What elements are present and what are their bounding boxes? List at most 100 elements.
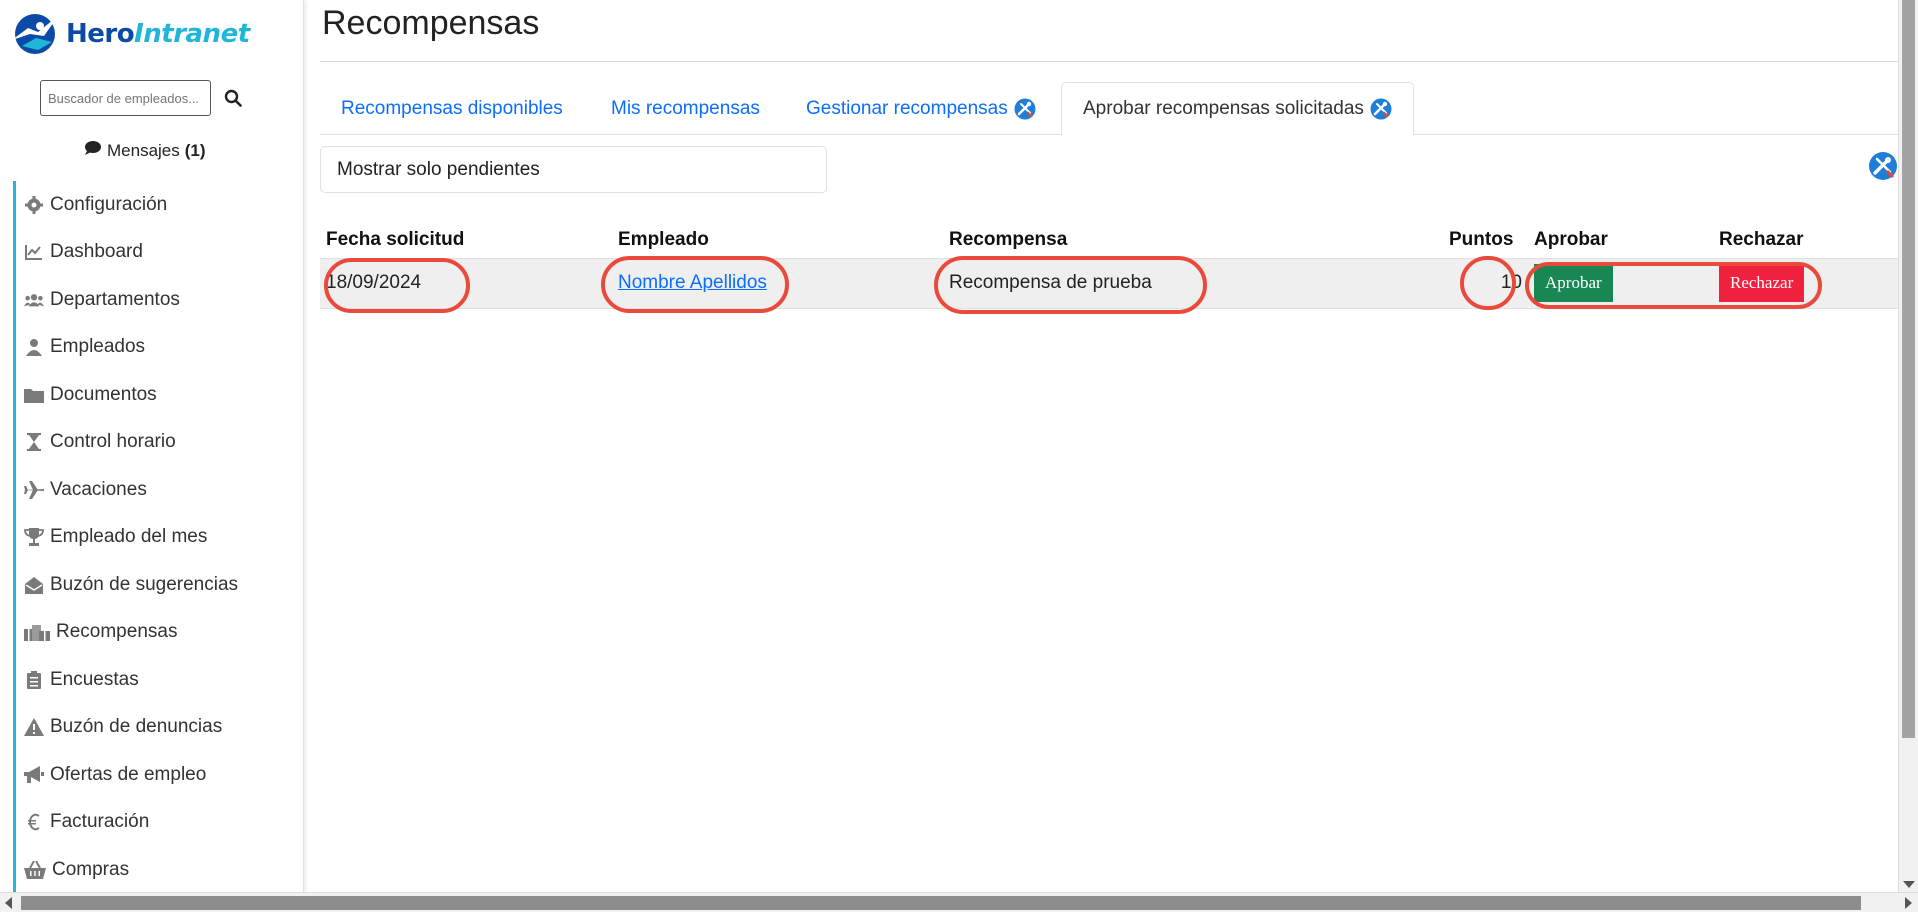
users-icon — [24, 290, 44, 310]
main-content: Recompensas Recompensas disponibles Mis … — [320, 0, 1900, 892]
hourglass-icon — [24, 432, 44, 452]
basket-icon — [24, 860, 46, 880]
tab-recompensas-disponibles[interactable]: Recompensas disponibles — [320, 82, 584, 135]
header-rechazar: Rechazar — [1719, 228, 1804, 250]
horizontal-scroll-thumb[interactable] — [21, 896, 1861, 910]
scroll-left-arrow-icon[interactable] — [5, 897, 12, 909]
sidebar-item-documentos[interactable]: Documentos — [13, 371, 303, 419]
gear-icon — [24, 195, 44, 215]
hero-logo-icon — [12, 14, 58, 54]
sidebar-item-label: Encuestas — [50, 668, 139, 690]
user-icon — [24, 337, 44, 357]
reward-requests-table: Fecha solicitud Empleado Recompensa Punt… — [320, 222, 1900, 309]
sidebar-item-label: Control horario — [50, 431, 176, 453]
megaphone-icon — [24, 765, 44, 785]
sidebar-item-label: Compras — [52, 858, 130, 880]
admin-tools-icon[interactable] — [1868, 151, 1898, 181]
page-title: Recompensas — [322, 4, 540, 42]
vertical-scrollbar[interactable] — [1898, 0, 1918, 892]
sidebar-item-dashboard[interactable]: Dashboard — [13, 228, 303, 276]
cell-puntos: 10 — [1443, 257, 1528, 309]
sidebar-item-encuestas[interactable]: Encuestas — [13, 656, 303, 704]
sidebar-item-empleado-del-mes[interactable]: Empleado del mes — [13, 513, 303, 561]
table-header-row: Fecha solicitud Empleado Recompensa Punt… — [320, 222, 1900, 258]
admin-tools-icon — [1370, 98, 1392, 120]
sidebar-nav: Configuración Dashboard Departamentos Em… — [13, 181, 303, 894]
cell-fecha: 18/09/2024 — [320, 257, 612, 309]
sidebar-item-label: Empleado del mes — [50, 526, 208, 548]
search-icon[interactable] — [219, 84, 247, 112]
sidebar-item-buzon-sugerencias[interactable]: Buzón de sugerencias — [13, 561, 303, 609]
tab-label: Recompensas disponibles — [341, 97, 563, 119]
header-fecha-solicitud: Fecha solicitud — [326, 228, 465, 250]
employee-link[interactable]: Nombre Apellidos — [618, 272, 767, 293]
header-recompensa: Recompensa — [949, 228, 1068, 250]
header-aprobar: Aprobar — [1534, 228, 1608, 250]
comment-icon — [84, 140, 102, 161]
employee-search — [40, 80, 247, 116]
sidebar-item-label: Vacaciones — [50, 478, 147, 500]
sidebar-item-label: Empleados — [50, 336, 146, 358]
brand-name-part1: Hero — [66, 19, 135, 49]
sidebar-item-departamentos[interactable]: Departamentos — [13, 276, 303, 324]
logo[interactable]: HeroIntranet — [8, 10, 250, 58]
cell-aprobar: Aprobar — [1528, 257, 1713, 309]
warning-icon — [24, 717, 44, 737]
clipboard-list-icon — [24, 670, 44, 690]
sidebar-item-recompensas[interactable]: Recompensas — [13, 608, 303, 656]
sidebar-item-label: Facturación — [50, 811, 150, 833]
tab-bar: Recompensas disponibles Mis recompensas … — [320, 82, 1900, 136]
sidebar-item-control-horario[interactable]: Control horario — [13, 418, 303, 466]
tab-label: Mis recompensas — [611, 97, 760, 119]
sidebar-item-empleados[interactable]: Empleados — [13, 323, 303, 371]
sidebar-item-configuracion[interactable]: Configuración — [13, 181, 303, 229]
sidebar-item-vacaciones[interactable]: Vacaciones — [13, 466, 303, 514]
messages-link[interactable]: Mensajes (1) — [84, 140, 206, 161]
show-pending-only-toggle[interactable]: Mostrar solo pendientes — [320, 146, 827, 193]
reject-button[interactable]: Rechazar — [1719, 264, 1805, 302]
cell-rechazar: Rechazar — [1713, 257, 1900, 309]
table-row: 18/09/2024 Nombre Apellidos Recompensa d… — [320, 257, 1900, 309]
header-empleado: Empleado — [618, 228, 709, 250]
sidebar-item-label: Buzón de denuncias — [50, 716, 223, 738]
tab-aprobar-recompensas-solicitadas[interactable]: Aprobar recompensas solicitadas — [1061, 82, 1414, 136]
sidebar-item-label: Buzón de sugerencias — [50, 573, 239, 595]
header-puntos: Puntos — [1449, 228, 1514, 250]
sidebar-item-label: Documentos — [50, 383, 157, 405]
sidebar-item-label: Recompensas — [56, 621, 178, 643]
sidebar: HeroIntranet Mensajes (1) Configuración … — [0, 0, 304, 894]
sidebar-item-ofertas-empleo[interactable]: Ofertas de empleo — [13, 751, 303, 799]
envelope-open-icon — [24, 575, 44, 595]
tab-label: Aprobar recompensas solicitadas — [1083, 98, 1364, 119]
tab-mis-recompensas[interactable]: Mis recompensas — [590, 82, 781, 135]
horizontal-scrollbar[interactable] — [0, 892, 1918, 912]
sidebar-item-facturacion[interactable]: Facturación — [13, 798, 303, 846]
chart-line-icon — [24, 242, 44, 262]
cell-empleado: Nombre Apellidos — [612, 257, 943, 309]
plane-icon — [24, 480, 44, 500]
vertical-scroll-thumb[interactable] — [1902, 0, 1915, 738]
sidebar-item-label: Dashboard — [50, 241, 143, 263]
scroll-down-arrow-icon[interactable] — [1903, 881, 1915, 888]
sidebar-item-label: Departamentos — [50, 288, 180, 310]
messages-label: Mensajes — [107, 140, 180, 160]
brand-name: HeroIntranet — [66, 19, 250, 49]
admin-tools-icon — [1014, 98, 1036, 119]
approve-button[interactable]: Aprobar — [1534, 264, 1613, 302]
filter-label: Mostrar solo pendientes — [337, 158, 540, 180]
cell-recompensa: Recompensa de prueba — [943, 257, 1443, 309]
tab-gestionar-recompensas[interactable]: Gestionar recompensas — [785, 82, 1057, 135]
brand-name-part2: Intranet — [134, 19, 250, 49]
sidebar-item-label: Configuración — [50, 193, 168, 215]
sidebar-item-compras[interactable]: Compras — [13, 846, 303, 894]
folder-icon — [24, 385, 44, 405]
gifts-icon — [24, 622, 50, 642]
messages-count: (1) — [184, 140, 206, 160]
employee-search-input[interactable] — [40, 80, 211, 116]
tab-label: Gestionar recompensas — [806, 97, 1008, 119]
trophy-icon — [24, 527, 44, 547]
title-divider — [320, 61, 1900, 62]
scroll-right-arrow-icon[interactable] — [1905, 897, 1912, 909]
sidebar-item-buzon-denuncias[interactable]: Buzón de denuncias — [13, 703, 303, 751]
sidebar-item-label: Ofertas de empleo — [50, 763, 207, 785]
